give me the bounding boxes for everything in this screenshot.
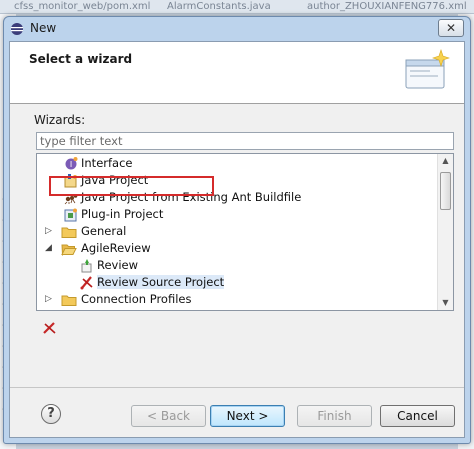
dialog-title: New [30, 21, 57, 35]
scrollbar-thumb[interactable] [440, 172, 451, 210]
tree-item-plugin-project[interactable]: Plug-in Project [37, 206, 437, 223]
back-button[interactable]: < Back [131, 405, 206, 427]
expand-arrow-icon[interactable]: ▷ [45, 295, 53, 304]
expand-arrow-icon[interactable]: ▷ [45, 227, 53, 236]
tree-item-review-source-project[interactable]: Review Source Project [37, 274, 437, 291]
tree-vertical-scrollbar[interactable]: ▲ ▼ [437, 154, 453, 310]
review-source-project-icon [80, 276, 93, 290]
tree-item-label: Review [97, 258, 139, 272]
tree-item-label: Plug-in Project [81, 207, 164, 221]
wizard-description-icon [43, 322, 56, 334]
cancel-button[interactable]: Cancel [380, 405, 455, 427]
review-icon [81, 259, 92, 273]
wizards-label: Wizards: [34, 113, 86, 127]
help-button[interactable]: ? [41, 404, 61, 424]
tree-item-label: Interface [81, 156, 133, 170]
tree-item-label: AgileReview [81, 241, 151, 255]
wizard-heading: Select a wizard [29, 52, 133, 66]
eclipse-app-icon [11, 23, 23, 35]
next-button[interactable]: Next > [210, 405, 285, 427]
folder-icon [61, 227, 77, 238]
folder-icon [61, 295, 77, 306]
background-tab[interactable]: AlarmConstants.java [167, 1, 271, 12]
background-tab[interactable]: author_ZHOUXIANFENG776.xml [307, 1, 467, 12]
tree-item-label: Review Source Project [97, 275, 225, 289]
tree-item-general[interactable]: ▷ General [37, 223, 437, 240]
scroll-down-icon[interactable]: ▼ [438, 296, 453, 310]
plugin-project-icon [64, 208, 77, 222]
footer-separator [10, 387, 464, 388]
interface-icon: I [65, 157, 78, 170]
dialog-client-area: Select a wizard Wizards: I Interface [9, 41, 465, 438]
new-wizard-banner-icon [405, 49, 450, 89]
tree-item-label: Connection Profiles [81, 292, 192, 306]
finish-button[interactable]: Finish [297, 405, 372, 427]
filter-input[interactable] [36, 132, 454, 150]
background-editor-tabs: cfss_monitor_web/pom.xml AlarmConstants.… [0, 0, 474, 14]
selection-highlight-annotation [49, 176, 214, 196]
svg-text:I: I [70, 160, 72, 169]
new-wizard-dialog: New ✕ Select a wizard Wizards: I [3, 16, 471, 444]
folder-open-icon [61, 244, 77, 256]
tree-item-connection-profiles[interactable]: ▷ Connection Profiles [37, 291, 437, 308]
background-tab[interactable]: cfss_monitor_web/pom.xml [14, 1, 150, 12]
tree-item-agilereview[interactable]: ◢ AgileReview [37, 240, 437, 257]
wizard-header: Select a wizard [10, 42, 464, 104]
dialog-titlebar[interactable]: New ✕ [4, 17, 470, 41]
tree-item-label: General [81, 224, 127, 238]
tree-item-review[interactable]: Review [37, 257, 437, 274]
scroll-up-icon[interactable]: ▲ [438, 154, 453, 168]
collapse-arrow-icon[interactable]: ◢ [45, 244, 53, 253]
close-button[interactable]: ✕ [438, 19, 464, 37]
tree-item-interface[interactable]: I Interface [37, 155, 437, 172]
